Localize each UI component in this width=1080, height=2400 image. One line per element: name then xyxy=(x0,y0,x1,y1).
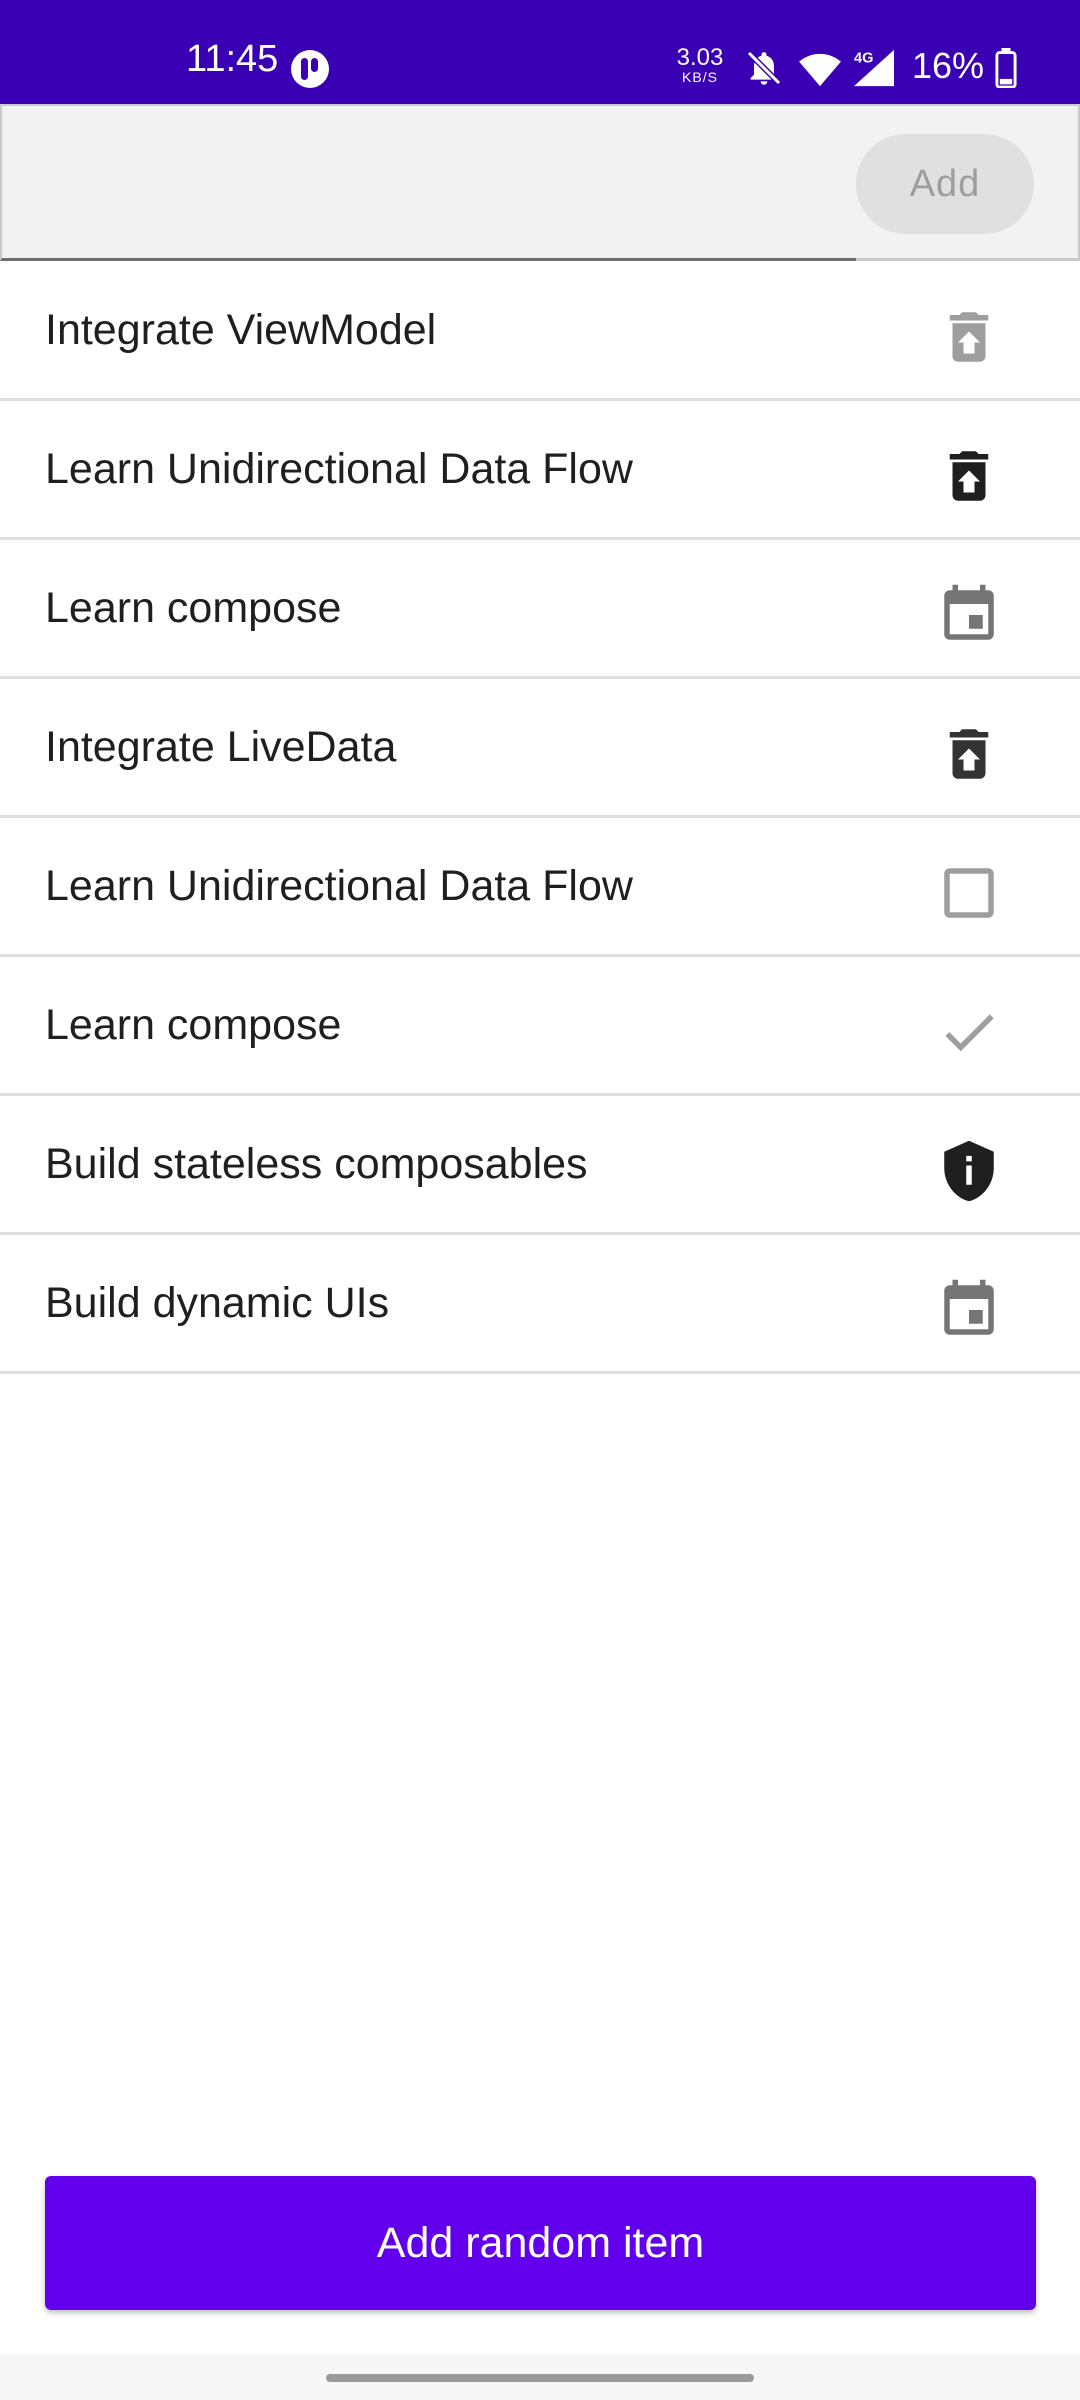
calendar-event-icon[interactable] xyxy=(936,582,1002,648)
app-screen: 11:45 3.03 KB/S 4G 16% Add Integrate Vie… xyxy=(0,0,1080,2400)
todo-row[interactable]: Learn Unidirectional Data Flow xyxy=(0,401,1080,540)
todo-list: Integrate ViewModel Learn Unidirectional… xyxy=(0,262,1080,1374)
todo-row[interactable]: Build dynamic UIs xyxy=(0,1235,1080,1374)
network-speed: 3.03 KB/S xyxy=(672,44,728,85)
network-type-label: 4G xyxy=(854,51,873,67)
todo-label: Build stateless composables xyxy=(45,1140,588,1188)
network-speed-unit: KB/S xyxy=(682,69,718,85)
calendar-event-icon[interactable] xyxy=(936,1277,1002,1343)
delete-restore-icon[interactable] xyxy=(936,443,1002,509)
battery-percent: 16% xyxy=(912,45,985,86)
add-button[interactable]: Add xyxy=(856,134,1034,234)
todo-row[interactable]: Build stateless composables xyxy=(0,1096,1080,1235)
new-item-input-row: Add xyxy=(0,104,1080,262)
shield-info-icon[interactable] xyxy=(936,1138,1002,1204)
todo-label: Integrate LiveData xyxy=(45,723,397,771)
todo-label: Integrate ViewModel xyxy=(45,306,437,354)
checkbox-empty-icon[interactable] xyxy=(936,860,1002,926)
cellular-signal-icon: 4G xyxy=(854,49,894,87)
check-icon[interactable] xyxy=(936,999,1002,1065)
app-notification-icon xyxy=(291,50,329,88)
status-time: 11:45 xyxy=(186,38,279,80)
bell-off-icon xyxy=(746,50,782,86)
delete-restore-icon[interactable] xyxy=(936,304,1002,370)
todo-row[interactable]: Integrate ViewModel xyxy=(0,262,1080,401)
network-speed-value: 3.03 xyxy=(676,44,724,71)
todo-row[interactable]: Learn compose xyxy=(0,540,1080,679)
todo-row[interactable]: Learn compose xyxy=(0,957,1080,1096)
status-bar: 11:45 3.03 KB/S 4G 16% xyxy=(0,0,1080,104)
todo-label: Learn compose xyxy=(45,1001,342,1049)
navigation-bar xyxy=(0,2354,1080,2400)
delete-restore-icon[interactable] xyxy=(936,721,1002,787)
todo-row[interactable]: Integrate LiveData xyxy=(0,679,1080,818)
todo-label: Learn compose xyxy=(45,584,342,632)
todo-label: Build dynamic UIs xyxy=(45,1279,390,1327)
todo-label: Learn Unidirectional Data Flow xyxy=(45,862,633,910)
battery-icon xyxy=(995,48,1017,88)
add-random-item-button[interactable]: Add random item xyxy=(45,2176,1036,2310)
todo-row[interactable]: Learn Unidirectional Data Flow xyxy=(0,818,1080,957)
gesture-handle[interactable] xyxy=(326,2374,754,2382)
wifi-icon xyxy=(799,53,841,87)
todo-label: Learn Unidirectional Data Flow xyxy=(45,445,633,493)
field-underline-segment xyxy=(856,258,1080,261)
